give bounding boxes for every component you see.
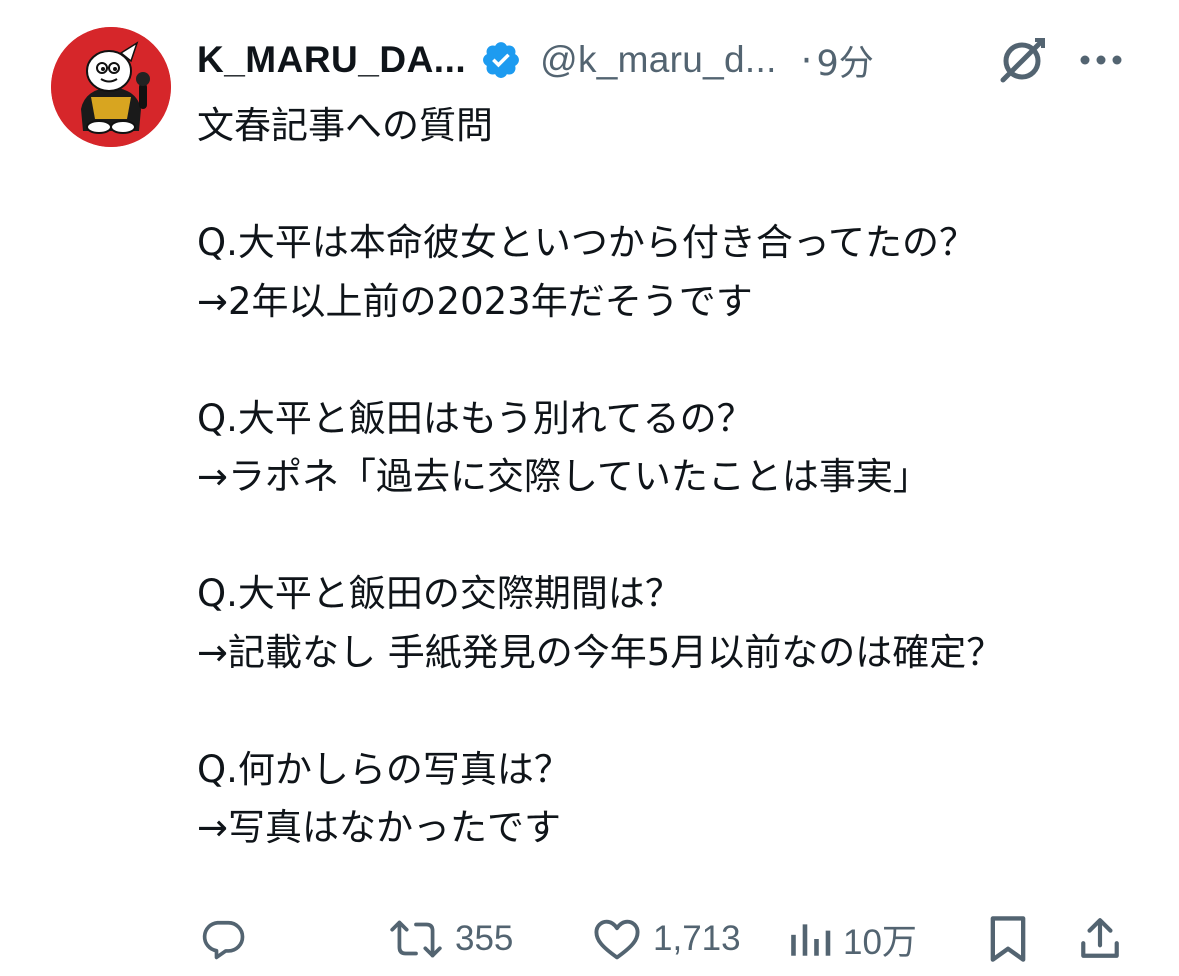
views-count: 10万 (843, 922, 917, 962)
repost-button[interactable]: 355 (387, 907, 513, 971)
reply-icon (197, 913, 249, 965)
tweet-action-bar: 355 1,713 10万 (197, 907, 1137, 971)
views-button[interactable]: 10万 (787, 907, 917, 971)
grok-icon[interactable] (995, 34, 1049, 88)
author-display-name[interactable]: K_MARU_DA... (197, 39, 466, 81)
reply-button[interactable] (197, 907, 259, 971)
bookmark-button[interactable] (985, 907, 1031, 971)
post-timestamp[interactable]: 9分 (816, 35, 873, 86)
header-separator: · (800, 38, 813, 82)
more-options-icon[interactable] (1078, 40, 1124, 80)
tweet: K_MARU_DA... @k_maru_d... · 9分 文春記事への質問 … (0, 0, 1179, 976)
share-button[interactable] (1077, 907, 1123, 971)
views-icon (787, 913, 833, 965)
like-button[interactable]: 1,713 (591, 907, 741, 971)
like-count: 1,713 (653, 919, 741, 958)
repost-icon (387, 913, 445, 965)
author-handle[interactable]: @k_maru_d... (540, 39, 777, 81)
heart-icon (591, 913, 643, 965)
mascot-avatar-icon (51, 27, 171, 147)
tweet-body-text: 文春記事への質問 Q.大平は本命彼女といつから付き合ってたの？ →2年以上前の2… (197, 104, 1004, 849)
verified-badge-icon[interactable] (480, 39, 522, 81)
share-icon (1077, 913, 1123, 965)
repost-count: 355 (455, 919, 514, 958)
bookmark-icon (985, 913, 1031, 965)
author-avatar[interactable] (51, 27, 171, 147)
